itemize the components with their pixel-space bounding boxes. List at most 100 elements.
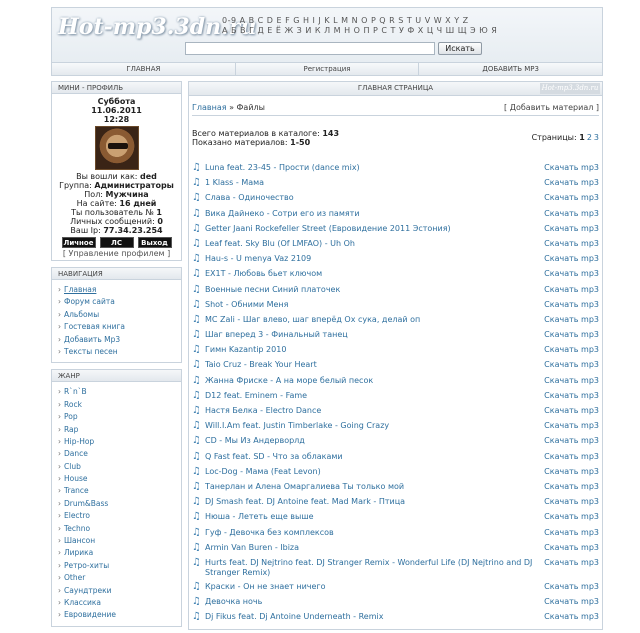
genre-link[interactable]: R`n`B [64, 387, 87, 396]
download-mp3-link[interactable]: Скачать mp3 [539, 467, 599, 477]
track-title-link[interactable]: Getter Jaani Rockefeller Street (Евровид… [205, 224, 539, 234]
sidebar-item-home[interactable]: Главная [64, 285, 96, 294]
track-title-link[interactable]: Will.I.Am feat. Justin Timberlake - Goin… [205, 421, 539, 431]
page-link-2[interactable]: 2 [587, 133, 592, 142]
page-link-3[interactable]: 3 [594, 133, 599, 142]
download-mp3-link[interactable]: Скачать mp3 [539, 254, 599, 264]
genre-link[interactable]: Саундтреки [64, 586, 112, 595]
track-title-link[interactable]: Вика Дайнеко - Сотри его из памяти [205, 209, 539, 219]
sidebar-item-albums[interactable]: Альбомы [64, 310, 99, 319]
track-title-link[interactable]: Девочка ночь [205, 597, 539, 607]
track-title-link[interactable]: Leaf feat. Sky Blu (Of LMFAO) - Uh Oh [205, 239, 539, 249]
track-title-link[interactable]: Dj Fikus feat. Dj Antoine Underneath - R… [205, 612, 539, 622]
download-mp3-link[interactable]: Скачать mp3 [539, 391, 599, 401]
track-title-link[interactable]: MC Zali - Шаг влево, шаг вперёд Ох сука,… [205, 315, 539, 325]
download-mp3-link[interactable]: Скачать mp3 [539, 163, 599, 173]
track-title-link[interactable]: Armin Van Buren - Ibiza [205, 543, 539, 553]
download-mp3-link[interactable]: Скачать mp3 [539, 543, 599, 553]
track-title-link[interactable]: Luna feat. 23-45 - Прости (dance mix) [205, 163, 539, 173]
search-button[interactable]: Искать [438, 42, 482, 55]
download-mp3-link[interactable]: Скачать mp3 [539, 512, 599, 522]
track-title-link[interactable]: D12 feat. Eminem - Fame [205, 391, 539, 401]
breadcrumb-home[interactable]: Главная [192, 103, 227, 112]
nav-register[interactable]: Регистрация [236, 63, 420, 75]
track-title-link[interactable]: CD - Мы Из Андерворлд [205, 436, 539, 446]
genre-link[interactable]: Rock [64, 400, 82, 409]
track-title-link[interactable]: Hau-s - U menya Vaz 2109 [205, 254, 539, 264]
genre-link[interactable]: Rap [64, 425, 78, 434]
genre-link[interactable]: Trance [64, 486, 89, 495]
download-mp3-link[interactable]: Скачать mp3 [539, 582, 599, 592]
download-mp3-link[interactable]: Скачать mp3 [539, 345, 599, 355]
track-title-link[interactable]: Слава - Одиночество [205, 193, 539, 203]
download-mp3-link[interactable]: Скачать mp3 [539, 178, 599, 188]
download-mp3-link[interactable]: Скачать mp3 [539, 436, 599, 446]
sidebar-item-guestbook[interactable]: Гостевая книга [64, 322, 125, 331]
download-mp3-link[interactable]: Скачать mp3 [539, 285, 599, 295]
download-mp3-link[interactable]: Скачать mp3 [539, 239, 599, 249]
download-mp3-link[interactable]: Скачать mp3 [539, 612, 599, 622]
logout-button[interactable]: Выход [137, 237, 172, 248]
genre-link[interactable]: House [64, 474, 88, 483]
track-title-link[interactable]: Военные песни Синий платочек [205, 285, 539, 295]
sidebar-item-add-mp3[interactable]: Добавить Mp3 [64, 335, 120, 344]
download-mp3-link[interactable]: Скачать mp3 [539, 452, 599, 462]
download-mp3-link[interactable]: Скачать mp3 [539, 421, 599, 431]
download-mp3-link[interactable]: Скачать mp3 [539, 597, 599, 607]
track-title-link[interactable]: Shot - Обними Меня [205, 300, 539, 310]
sidebar-item-forum[interactable]: Форум сайта [64, 297, 115, 306]
genre-link[interactable]: Drum&Bass [64, 499, 108, 508]
download-mp3-link[interactable]: Скачать mp3 [539, 558, 599, 568]
download-mp3-link[interactable]: Скачать mp3 [539, 193, 599, 203]
track-title-link[interactable]: Жанна Фриске - А на море белый песок [205, 376, 539, 386]
download-mp3-link[interactable]: Скачать mp3 [539, 300, 599, 310]
nav-add-mp3[interactable]: ДОБАВИТЬ MP3 [419, 63, 602, 75]
track-title-link[interactable]: Taio Cruz - Break Your Heart [205, 360, 539, 370]
genre-link[interactable]: Hip-Hop [64, 437, 94, 446]
download-mp3-link[interactable]: Скачать mp3 [539, 315, 599, 325]
nav-home[interactable]: ГЛАВНАЯ [52, 63, 236, 75]
genre-link[interactable]: Классика [64, 598, 101, 607]
track-title-link[interactable]: Гимн Kazantip 2010 [205, 345, 539, 355]
track-title-link[interactable]: Настя Белка - Electro Dance [205, 406, 539, 416]
avatar[interactable] [94, 126, 139, 170]
track-title-link[interactable]: Краски - Он не знает ничего [205, 582, 539, 592]
download-mp3-link[interactable]: Скачать mp3 [539, 330, 599, 340]
genre-link[interactable]: Ретро-хиты [64, 561, 109, 570]
track-title-link[interactable]: Loc-Dog - Мама (Feat Levon) [205, 467, 539, 477]
download-mp3-link[interactable]: Скачать mp3 [539, 376, 599, 386]
search-input[interactable] [185, 42, 435, 55]
genre-link[interactable]: Techno [64, 524, 90, 533]
download-mp3-link[interactable]: Скачать mp3 [539, 209, 599, 219]
download-mp3-link[interactable]: Скачать mp3 [539, 482, 599, 492]
track-title-link[interactable]: Hurts feat. DJ Nejtrino feat. DJ Strange… [205, 558, 539, 578]
track-title-link[interactable]: DJ Smash feat. DJ Antoine feat. Mad Mark… [205, 497, 539, 507]
track-title-link[interactable]: Шаг вперед 3 - Финальный танец [205, 330, 539, 340]
track-title-link[interactable]: Нюша - Лететь еще выше [205, 512, 539, 522]
genre-link[interactable]: Шансон [64, 536, 95, 545]
track-title-link[interactable]: Гуф - Девочка без комплексов [205, 528, 539, 538]
download-mp3-link[interactable]: Скачать mp3 [539, 406, 599, 416]
download-mp3-link[interactable]: Скачать mp3 [539, 497, 599, 507]
genre-link[interactable]: Лирика [64, 548, 93, 557]
manage-profile-link[interactable]: [ Управление профилем ] [52, 249, 181, 258]
genre-link[interactable]: Dance [64, 449, 88, 458]
track-title-link[interactable]: Танерлан и Алена Омаргалиева Ты только м… [205, 482, 539, 492]
download-mp3-link[interactable]: Скачать mp3 [539, 224, 599, 234]
genre-link[interactable]: Other [64, 573, 85, 582]
track-title-link[interactable]: EX1T - Любовь бьет ключом [205, 269, 539, 279]
track-title-link[interactable]: 1 Klass - Мама [205, 178, 539, 188]
download-mp3-link[interactable]: Скачать mp3 [539, 528, 599, 538]
track-title-link[interactable]: Q Fast feat. SD - Что за облаками [205, 452, 539, 462]
download-mp3-link[interactable]: Скачать mp3 [539, 269, 599, 279]
genre-link[interactable]: Евровидение [64, 610, 116, 619]
genre-link[interactable]: Club [64, 462, 81, 471]
private-messages-button[interactable]: ЛС [99, 237, 134, 248]
personal-button[interactable]: Личное [61, 237, 96, 248]
download-mp3-link[interactable]: Скачать mp3 [539, 360, 599, 370]
alphabet-latin[interactable]: 0-9 A B C D E F G H I J K L M N O P Q R … [222, 16, 497, 26]
alphabet-cyrillic[interactable]: А Б В Г Д Е Ё Ж З И К Л М Н О П Р С Т У … [222, 26, 497, 36]
genre-link[interactable]: Pop [64, 412, 78, 421]
genre-link[interactable]: Electro [64, 511, 90, 520]
sidebar-item-lyrics[interactable]: Тексты песен [64, 347, 118, 356]
